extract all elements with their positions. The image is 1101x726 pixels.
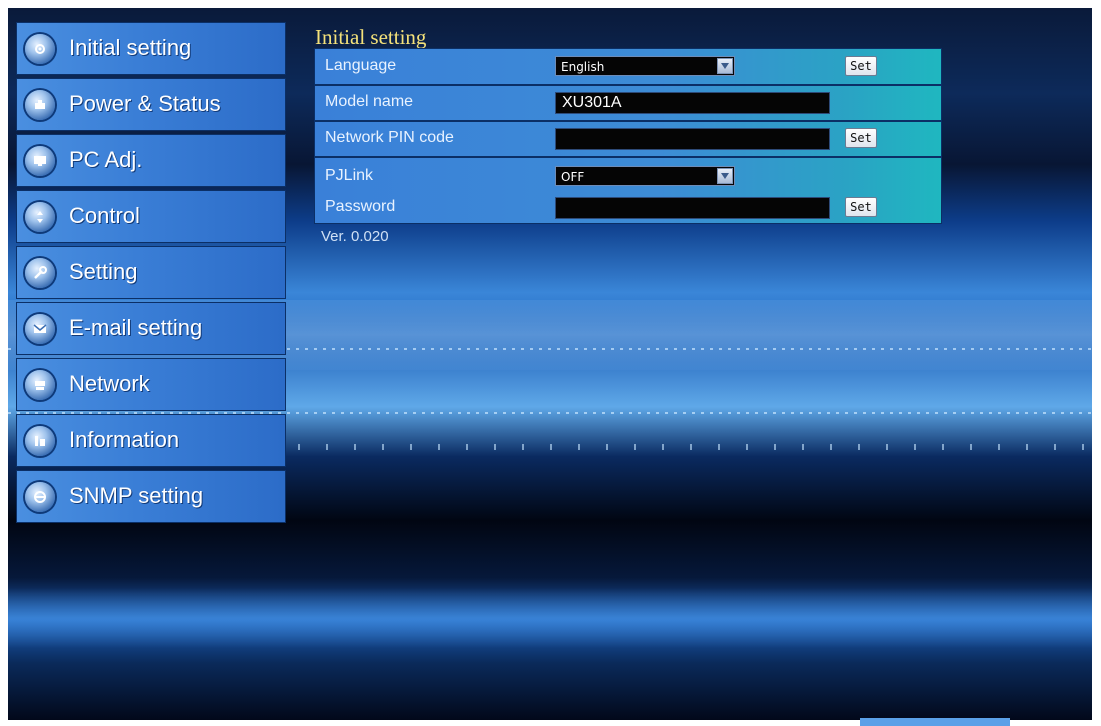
chevron-down-icon[interactable] bbox=[717, 58, 733, 74]
language-label: Language bbox=[325, 57, 397, 74]
sidebar-item-initial-setting[interactable]: Initial setting bbox=[16, 22, 286, 75]
network-icon bbox=[25, 370, 55, 400]
divider bbox=[315, 120, 941, 122]
sidebar-item-snmp-setting[interactable]: SNMP setting bbox=[16, 470, 286, 523]
language-value: English bbox=[561, 60, 605, 74]
version-text: Ver. 0.020 bbox=[321, 228, 389, 245]
background-glow bbox=[8, 588, 1092, 648]
background-ticks bbox=[298, 444, 1092, 450]
sidebar-item-control[interactable]: Control bbox=[16, 190, 286, 243]
divider bbox=[315, 84, 941, 86]
control-icon bbox=[25, 202, 55, 232]
sidebar-item-email-setting[interactable]: E-mail setting bbox=[16, 302, 286, 355]
password-row: Password Set bbox=[315, 192, 941, 223]
page-title: Initial setting bbox=[315, 25, 427, 49]
bottom-bar bbox=[860, 718, 1010, 726]
model-label: Model name bbox=[325, 93, 414, 110]
language-row: Language English Set bbox=[315, 51, 941, 82]
sidebar-item-label: Power & Status bbox=[69, 91, 221, 116]
wrench-icon bbox=[25, 258, 55, 288]
sidebar-item-label: Information bbox=[69, 427, 180, 452]
sidebar-item-network[interactable]: Network bbox=[16, 358, 286, 411]
pin-row: Network PIN code Set bbox=[315, 123, 941, 154]
sidebar-item-label: Setting bbox=[69, 259, 138, 284]
info-icon bbox=[25, 426, 55, 456]
pjlink-label: PJLink bbox=[325, 167, 374, 184]
pin-label: Network PIN code bbox=[325, 129, 454, 146]
sidebar-item-label: PC Adj. bbox=[69, 147, 143, 172]
sidebar-nav: Initial setting Power & Status PC Adj. C… bbox=[16, 22, 286, 526]
language-set-button[interactable]: Set bbox=[845, 56, 877, 76]
sidebar-item-label: Control bbox=[69, 203, 140, 228]
chevron-down-icon[interactable] bbox=[717, 168, 733, 184]
pin-code-field[interactable] bbox=[555, 128, 830, 150]
pjlink-row: PJLink OFF bbox=[315, 161, 941, 192]
settings-panel: Language English Set Model name XU301A N… bbox=[314, 48, 942, 224]
divider bbox=[315, 156, 941, 158]
pjlink-select[interactable]: OFF bbox=[555, 166, 735, 186]
pjlink-value: OFF bbox=[561, 170, 585, 184]
sidebar-item-label: SNMP setting bbox=[69, 483, 204, 508]
gear-globe-icon bbox=[25, 34, 55, 64]
password-field[interactable] bbox=[555, 197, 830, 219]
pc-adjust-icon bbox=[25, 146, 55, 176]
language-select[interactable]: English bbox=[555, 56, 735, 76]
sidebar-item-label: Initial setting bbox=[69, 35, 192, 60]
password-set-button[interactable]: Set bbox=[845, 197, 877, 217]
sidebar-item-label: Network bbox=[69, 371, 150, 396]
sidebar-item-setting[interactable]: Setting bbox=[16, 246, 286, 299]
envelope-icon bbox=[25, 314, 55, 344]
sidebar-item-power-status[interactable]: Power & Status bbox=[16, 78, 286, 131]
sidebar-item-information[interactable]: Information bbox=[16, 414, 286, 467]
password-label: Password bbox=[325, 198, 396, 215]
model-row: Model name XU301A bbox=[315, 87, 941, 118]
snmp-icon bbox=[25, 482, 55, 512]
power-status-icon bbox=[25, 90, 55, 120]
pin-set-button[interactable]: Set bbox=[845, 128, 877, 148]
sidebar-item-label: E-mail setting bbox=[69, 315, 203, 340]
model-name-field: XU301A bbox=[555, 92, 830, 114]
sidebar-item-pc-adj[interactable]: PC Adj. bbox=[16, 134, 286, 187]
